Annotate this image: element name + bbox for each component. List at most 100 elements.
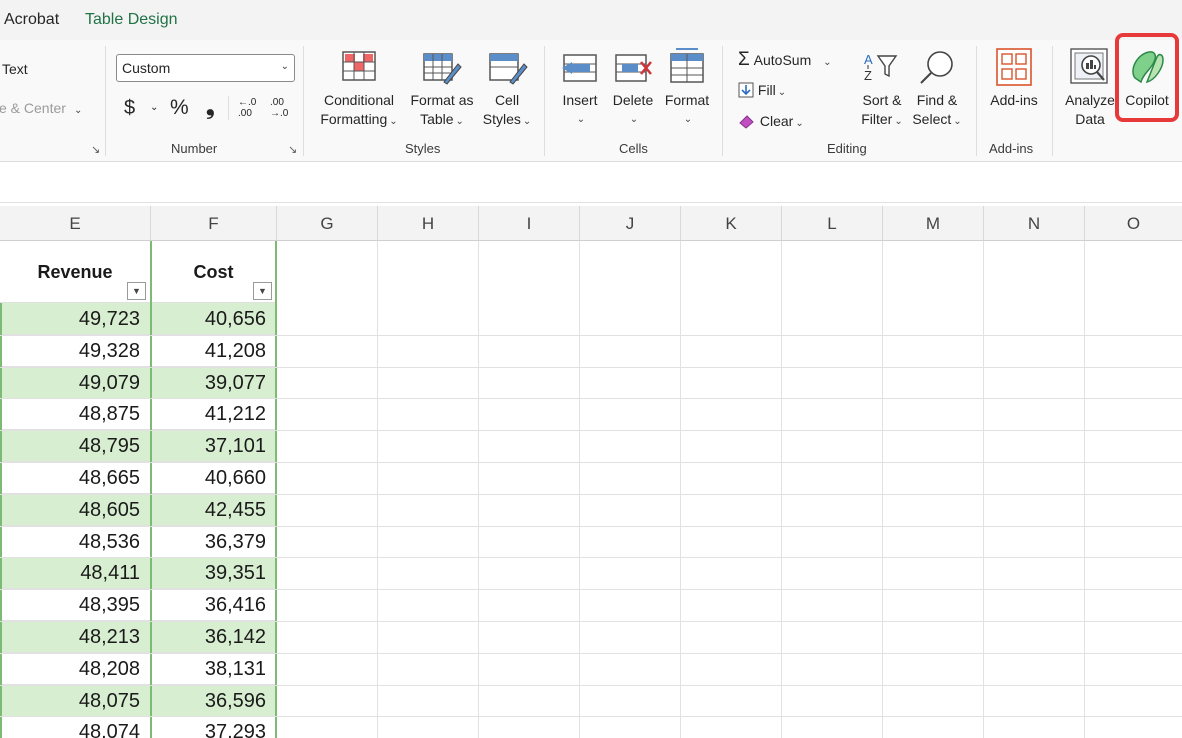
filter-dropdown-icon[interactable]: ▼ — [253, 282, 272, 300]
cost-cell[interactable]: 41,208 — [151, 335, 277, 367]
chevron-down-icon: ⌄ — [576, 114, 586, 125]
conditional-formatting-button[interactable]: Conditional Formatting ⌄ — [314, 91, 404, 131]
gridline — [781, 241, 782, 738]
percent-style-button[interactable]: % — [170, 96, 189, 120]
gridline — [0, 589, 1182, 591]
column-header-o[interactable]: O — [1085, 206, 1182, 241]
cost-cell[interactable]: 41,212 — [151, 398, 277, 431]
gridline — [680, 241, 681, 738]
insert-label: Insert — [562, 92, 598, 108]
autosum-button[interactable]: Σ AutoSum ⌄ — [738, 49, 832, 71]
delete-button[interactable]: Delete ⌄ — [608, 91, 658, 129]
revenue-cell[interactable]: 48,208 — [0, 653, 151, 685]
find-select-button[interactable]: Find & Select ⌄ — [909, 91, 965, 131]
merge-center-button[interactable]: e & Center ⌄ — [0, 100, 82, 116]
worksheet-grid[interactable]: Revenue ▼ Cost ▼ 49,723 40,656 49,328 41,20… — [0, 241, 1182, 738]
styles-group-label: Styles — [405, 141, 441, 156]
column-header-e[interactable]: E — [0, 206, 151, 241]
chevron-down-icon[interactable]: ⌄ — [150, 102, 158, 113]
search-icon — [920, 51, 953, 84]
format-button[interactable]: Format ⌄ — [660, 91, 714, 129]
cost-cell[interactable]: 36,416 — [151, 589, 277, 622]
cost-cell[interactable]: 39,077 — [151, 366, 277, 399]
sort-filter-button[interactable]: Sort & Filter ⌄ — [855, 91, 909, 131]
cost-cell[interactable]: 37,101 — [151, 430, 277, 463]
tab-table-design[interactable]: Table Design — [85, 11, 178, 29]
tab-acrobat[interactable]: Acrobat — [4, 11, 59, 29]
revenue-cell[interactable]: 48,075 — [0, 684, 151, 717]
chevron-down-icon: ⌄ — [280, 61, 289, 72]
format-as-table-button[interactable]: Format as Table ⌄ — [405, 91, 479, 131]
table-border — [275, 241, 277, 738]
find-select-label-2: Select — [912, 111, 952, 127]
decrease-decimal-button[interactable]: .00 →.0 — [270, 97, 292, 119]
cost-cell[interactable]: 42,455 — [151, 493, 277, 526]
column-header-g[interactable]: G — [277, 206, 378, 241]
group-separator — [976, 46, 977, 156]
sort-filter-label-1: Sort & — [862, 92, 902, 108]
cells-group-label: Cells — [619, 141, 648, 156]
revenue-cell[interactable]: 49,723 — [0, 303, 151, 335]
revenue-cell[interactable]: 48,074 — [0, 716, 151, 738]
fill-button[interactable]: Fill ⌄ — [738, 82, 786, 98]
increase-decimal-button[interactable]: ←.0 .00 — [238, 97, 260, 119]
cost-cell[interactable]: 36,596 — [151, 684, 277, 717]
gridline — [0, 366, 1182, 368]
revenue-cell[interactable]: 49,328 — [0, 335, 151, 367]
add-ins-icon — [996, 48, 1032, 86]
column-header-n[interactable]: N — [984, 206, 1085, 241]
column-header-i[interactable]: I — [479, 206, 580, 241]
revenue-cell[interactable]: 48,395 — [0, 589, 151, 622]
cost-cell[interactable]: 38,131 — [151, 653, 277, 685]
column-header-l[interactable]: L — [782, 206, 883, 241]
column-header-f[interactable]: F — [151, 206, 277, 241]
revenue-cell[interactable]: 48,605 — [0, 493, 151, 526]
column-header-k[interactable]: K — [681, 206, 782, 241]
number-dialog-launcher-icon[interactable]: ↘ — [288, 143, 297, 156]
number-group-label: Number — [171, 141, 218, 156]
cost-cell[interactable]: 36,142 — [151, 621, 277, 653]
table-border — [0, 303, 2, 738]
alignment-dialog-launcher-icon[interactable]: ↘ — [91, 143, 100, 156]
revenue-cell[interactable]: 49,079 — [0, 366, 151, 399]
revenue-cell[interactable]: 48,875 — [0, 398, 151, 431]
revenue-cell[interactable]: 48,536 — [0, 526, 151, 558]
revenue-cell[interactable]: 48,411 — [0, 557, 151, 590]
cost-cell[interactable]: 40,656 — [151, 303, 277, 335]
find-select-label-1: Find & — [916, 92, 958, 108]
analyze-data-icon — [1070, 48, 1108, 84]
filter-dropdown-icon[interactable]: ▼ — [127, 282, 146, 300]
gridline — [882, 241, 883, 738]
column-header-h[interactable]: H — [378, 206, 479, 241]
group-separator — [105, 46, 106, 156]
number-format-dropdown[interactable]: Custom ⌄ — [116, 54, 295, 82]
table-header-revenue[interactable]: Revenue ▼ — [0, 241, 151, 303]
currency-format-button[interactable]: $ — [124, 97, 135, 120]
cost-cell[interactable]: 39,351 — [151, 557, 277, 590]
add-ins-button[interactable]: Add-ins — [986, 91, 1042, 110]
merge-center-label: e & Center — [0, 100, 66, 116]
analyze-data-button[interactable]: Analyze Data — [1062, 91, 1118, 129]
chevron-down-icon: ⌄ — [683, 114, 693, 125]
gridline — [0, 462, 1182, 463]
gridline — [0, 430, 1182, 432]
cost-cell[interactable]: 36,379 — [151, 526, 277, 558]
svg-text:Z: Z — [864, 68, 872, 83]
revenue-cell[interactable]: 48,213 — [0, 621, 151, 653]
wrap-text-button[interactable]: Text — [2, 61, 28, 77]
revenue-cell[interactable]: 48,795 — [0, 430, 151, 463]
comma-style-button[interactable]: ❟ — [206, 94, 215, 120]
cost-cell[interactable]: 40,660 — [151, 462, 277, 494]
cost-cell[interactable]: 37,293 — [151, 716, 277, 738]
cell-styles-icon — [489, 53, 528, 85]
gridline — [0, 652, 1182, 654]
column-header-j[interactable]: J — [580, 206, 681, 241]
insert-button[interactable]: Insert ⌄ — [555, 91, 605, 129]
cell-styles-label-2: Styles — [482, 111, 521, 127]
chevron-down-icon: ⌄ — [894, 116, 903, 127]
table-header-cost[interactable]: Cost ▼ — [151, 241, 277, 303]
cell-styles-button[interactable]: Cell Styles ⌄ — [478, 91, 536, 131]
revenue-cell[interactable]: 48,665 — [0, 462, 151, 494]
column-header-m[interactable]: M — [883, 206, 984, 241]
clear-button[interactable]: Clear ⌄ — [738, 113, 804, 129]
